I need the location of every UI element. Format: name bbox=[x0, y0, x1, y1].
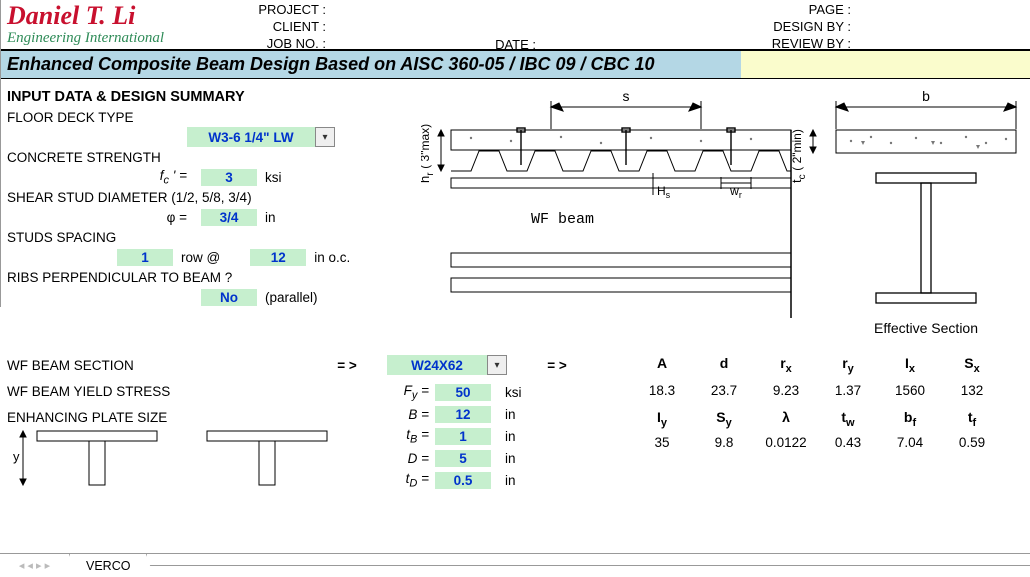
tab-nav-icons[interactable]: ◂ ◂ ▸ ▸ bbox=[0, 554, 70, 577]
label-floor-deck-type: FLOOR DECK TYPE bbox=[7, 110, 134, 125]
label-tB: tB = bbox=[381, 427, 429, 446]
small-beam-sketch: y bbox=[7, 421, 387, 501]
svg-text:hr ( 3"max): hr ( 3"max) bbox=[421, 124, 436, 183]
label-fc: fc ' = bbox=[7, 168, 187, 187]
input-D[interactable]: 5 bbox=[435, 450, 491, 467]
label-page: PAGE : bbox=[761, 2, 851, 19]
header-col-right: PAGE : DESIGN BY : REVIEW BY : bbox=[761, 2, 851, 53]
svg-text:y: y bbox=[13, 449, 20, 464]
svg-text:b: b bbox=[922, 88, 930, 104]
label-jobno: JOB NO. : bbox=[241, 36, 326, 53]
input-B[interactable]: 12 bbox=[435, 406, 491, 423]
label-B: B = bbox=[381, 407, 429, 422]
arrow-icon: = > bbox=[307, 358, 387, 373]
header: Daniel T. Li Engineering International P… bbox=[1, 0, 1030, 51]
props-header-1: A d rx ry Ix Sx bbox=[631, 355, 1003, 375]
label-row-at: row @ bbox=[181, 250, 220, 265]
label-ribs-perp: RIBS PERPENDICULAR TO BEAM ? bbox=[7, 270, 232, 285]
logo-subtitle: Engineering International bbox=[7, 31, 164, 47]
logo: Daniel T. Li Engineering International bbox=[7, 2, 164, 47]
param-column: Fy = 50 ksi B = 12 in tB = 1 in D = 5 bbox=[381, 351, 522, 491]
label-Fy: Fy = bbox=[381, 383, 429, 402]
props-header-2: Iy Sy λ tw bf tf bbox=[631, 409, 1003, 429]
svg-text:Hs: Hs bbox=[657, 184, 671, 200]
label-concrete-strength: CONCRETE STRENGTH bbox=[7, 150, 161, 165]
composite-beam-diagram: hr ( 3"max) tc ( 2"min) s bbox=[421, 83, 1021, 343]
label-D: D = bbox=[381, 451, 429, 466]
props-row-1: 18.323.79.23 1.371560132 bbox=[631, 383, 1003, 398]
input-phi[interactable]: 3/4 bbox=[201, 209, 257, 226]
header-col-mid: DATE : bbox=[481, 37, 536, 54]
unit-fc: ksi bbox=[265, 170, 282, 185]
props-row-2: 359.80.0122 0.437.040.59 bbox=[631, 435, 1003, 450]
input-stud-rows[interactable]: 1 bbox=[117, 249, 173, 266]
svg-text:tc ( 2"min): tc ( 2"min) bbox=[789, 129, 808, 183]
label-stud-diameter: SHEAR STUD DIAMETER (1/2, 5/8, 3/4) bbox=[7, 190, 252, 205]
label-parallel: (parallel) bbox=[265, 290, 318, 305]
label-wf-yield: WF BEAM YIELD STRESS bbox=[7, 384, 307, 399]
sheet-tab-bar: ◂ ◂ ▸ ▸ VERCO bbox=[0, 553, 1030, 577]
label-project: PROJECT : bbox=[241, 2, 326, 19]
unit-tD: in bbox=[505, 473, 516, 488]
input-tD[interactable]: 0.5 bbox=[435, 472, 491, 489]
label-date: DATE : bbox=[481, 37, 536, 54]
label-tD: tD = bbox=[381, 471, 429, 490]
document-title: Enhanced Composite Beam Design Based on … bbox=[1, 51, 741, 78]
svg-text:s: s bbox=[623, 88, 630, 104]
unit-B: in bbox=[505, 407, 516, 422]
tab-verco[interactable]: VERCO bbox=[70, 554, 147, 577]
unit-in-oc: in o.c. bbox=[314, 250, 350, 265]
svg-text:wr: wr bbox=[729, 184, 742, 200]
select-deck-type[interactable]: W3-6 1/4" LW bbox=[187, 127, 315, 147]
chevron-down-icon[interactable]: ▾ bbox=[315, 127, 335, 147]
label-design-by: DESIGN BY : bbox=[761, 19, 851, 36]
label-wf-section: WF BEAM SECTION bbox=[7, 358, 307, 373]
input-fc[interactable]: 3 bbox=[201, 169, 257, 186]
title-spacer bbox=[741, 51, 1030, 78]
unit-Fy: ksi bbox=[505, 385, 522, 400]
input-tB[interactable]: 1 bbox=[435, 428, 491, 445]
unit-tB: in bbox=[505, 429, 516, 444]
input-ribs-perp[interactable]: No bbox=[201, 289, 257, 306]
svg-text:Effective Section: Effective Section bbox=[874, 320, 978, 336]
input-stud-spacing[interactable]: 12 bbox=[250, 249, 306, 266]
arrow-icon: = > bbox=[527, 358, 587, 373]
logo-name: Daniel T. Li bbox=[7, 2, 164, 29]
unit-D: in bbox=[505, 451, 516, 466]
title-bar: Enhanced Composite Beam Design Based on … bbox=[1, 51, 1030, 79]
header-col-left: PROJECT : CLIENT : JOB NO. : bbox=[241, 2, 326, 53]
label-client: CLIENT : bbox=[241, 19, 326, 36]
unit-phi: in bbox=[265, 210, 276, 225]
input-Fy[interactable]: 50 bbox=[435, 384, 491, 401]
label-review-by: REVIEW BY : bbox=[761, 36, 851, 53]
svg-text:WF beam: WF beam bbox=[531, 211, 594, 228]
label-phi: φ = bbox=[7, 210, 187, 225]
label-stud-spacing: STUDS SPACING bbox=[7, 230, 116, 245]
